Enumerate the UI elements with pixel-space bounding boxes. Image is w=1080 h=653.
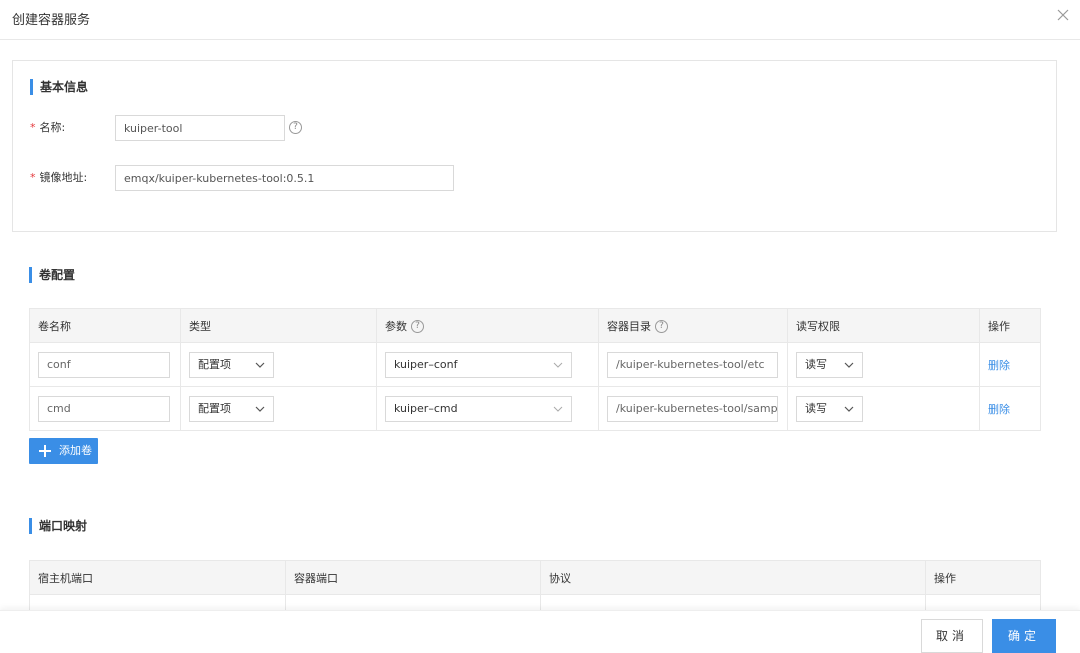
param-select[interactable]: kuiper–conf [385,351,572,378]
plus-icon [39,445,51,457]
dialog-body: 基本信息 *名称: ? *镜像地址: 卷配置 卷名称 类型 参数? 容器目录? … [0,40,1080,610]
close-icon[interactable] [1056,8,1070,22]
col-header-container-port: 容器端口 [285,560,541,595]
table-row: cmd 配置项 kuiper–cmd /kuiper-kubernetes-to… [29,386,1041,431]
help-icon[interactable]: ? [289,121,302,134]
section-title-ports: 端口映射 [29,518,87,534]
confirm-button[interactable]: 确定 [992,619,1056,653]
col-header-type: 类型 [180,308,377,343]
chevron-down-icon [553,406,563,412]
chevron-down-icon [844,406,854,412]
volume-name-input[interactable]: conf [38,351,170,378]
delete-link[interactable]: 删除 [988,403,1010,416]
col-header-permission: 读写权限 [787,308,980,343]
image-input[interactable] [115,165,454,191]
name-label: * 名称: [30,121,66,134]
table-header-row: 卷名称 类型 参数? 容器目录? 读写权限 操作 [29,308,1041,343]
table-row [29,594,1041,610]
chevron-down-icon [255,406,265,412]
section-title-basic: 基本信息 [30,79,88,95]
basic-info-card: 基本信息 *名称: ? *镜像地址: [12,60,1057,232]
ports-table: 宿主机端口 容器端口 协议 操作 [29,560,1041,610]
name-input[interactable] [115,115,285,141]
col-header-action: 操作 [925,560,1041,595]
col-header-protocol: 协议 [540,560,926,595]
chevron-down-icon [255,362,265,368]
volumes-table: 卷名称 类型 参数? 容器目录? 读写权限 操作 conf 配置项 kuiper… [29,308,1041,431]
dialog-header: 创建容器服务 [0,0,1080,40]
add-volume-button[interactable]: 添加卷 [29,438,98,464]
section-title-volumes: 卷配置 [29,267,75,283]
permission-select[interactable]: 读写 [796,395,863,422]
type-select[interactable]: 配置项 [189,395,274,422]
cancel-button[interactable]: 取消 [921,619,983,653]
dialog-title: 创建容器服务 [12,13,91,28]
col-header-volume-name: 卷名称 [29,308,181,343]
col-header-container-dir: 容器目录? [598,308,788,343]
type-select[interactable]: 配置项 [189,351,274,378]
help-icon[interactable]: ? [411,320,424,333]
volume-name-input[interactable]: cmd [38,395,170,422]
required-mark: * [30,171,36,184]
help-icon[interactable]: ? [655,320,668,333]
table-header-row: 宿主机端口 容器端口 协议 操作 [29,560,1041,595]
dialog-footer: 取消 确定 [0,610,1080,653]
col-header-param: 参数? [376,308,599,343]
required-mark: * [30,121,36,134]
param-select[interactable]: kuiper–cmd [385,395,572,422]
permission-select[interactable]: 读写 [796,351,863,378]
chevron-down-icon [553,362,563,368]
image-label: * 镜像地址: [30,171,88,184]
container-dir-input[interactable]: /kuiper-kubernetes-tool/etc [607,351,778,378]
col-header-host-port: 宿主机端口 [29,560,286,595]
delete-link[interactable]: 删除 [988,359,1010,372]
chevron-down-icon [844,362,854,368]
table-row: conf 配置项 kuiper–conf /kuiper-kubernetes-… [29,342,1041,387]
container-dir-input[interactable]: /kuiper-kubernetes-tool/sample [607,395,778,422]
add-volume-label: 添加卷 [59,444,92,457]
col-header-action: 操作 [979,308,1041,343]
